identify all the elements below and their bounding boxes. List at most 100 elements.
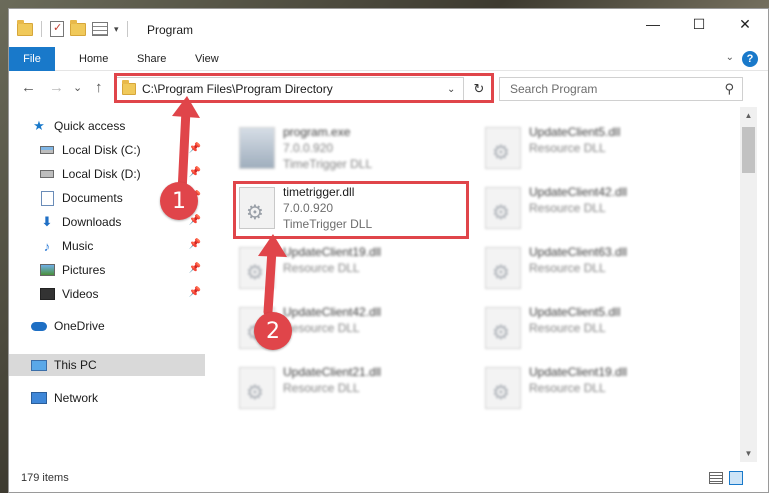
file-item[interactable]: ⚙ UpdateClient19.dll Resource DLL [479, 361, 709, 417]
navigation-pane: ★ Quick access Local Disk (C:) 📌 Local D… [9, 107, 205, 462]
pin-icon[interactable]: 📌 [189, 143, 201, 154]
file-highlight-box [233, 181, 469, 239]
file-name: UpdateClient21.dll [283, 365, 382, 379]
dll-icon: ⚙ [485, 127, 521, 169]
sidebar-item-label: Videos [62, 287, 99, 301]
dll-icon: ⚙ [239, 247, 275, 289]
sidebar-item-label: Local Disk (C:) [62, 143, 141, 157]
folder-icon[interactable] [17, 19, 33, 36]
callout-step-1: 1 [160, 182, 198, 220]
window-controls: — ☐ ✕ [630, 9, 768, 39]
properties-icon[interactable] [50, 21, 64, 37]
documents-icon [39, 190, 55, 206]
search-input[interactable]: Search Program ⚲ [499, 77, 743, 101]
dll-icon: ⚙ [239, 367, 275, 409]
navigation-bar: ← → ⌄ ↑ C:\Program Files\Program Directo… [9, 71, 768, 107]
sidebar-item-videos[interactable]: Videos 📌 [9, 283, 205, 305]
sidebar-item-label: Quick access [54, 119, 126, 133]
pin-icon[interactable]: 📌 [189, 287, 201, 298]
file-name: UpdateClient5.dll [529, 305, 621, 319]
file-name: UpdateClient42.dll [283, 305, 382, 319]
sidebar-item-onedrive[interactable]: OneDrive [9, 315, 205, 337]
item-count: 179 items [21, 472, 69, 484]
new-folder-icon[interactable] [70, 19, 86, 36]
scroll-down-arrow-icon[interactable]: ▼ [740, 445, 757, 462]
sidebar-item-quick-access[interactable]: ★ Quick access [9, 115, 205, 137]
pin-icon[interactable]: 📌 [189, 215, 201, 226]
file-version: 7.0.0.920 [283, 141, 334, 155]
file-item[interactable]: program.exe 7.0.0.920 TimeTrigger DLL [233, 121, 463, 177]
tab-file[interactable]: File [9, 47, 55, 71]
expand-ribbon-chevron-icon[interactable]: ⌄ [726, 52, 734, 63]
dll-icon: ⚙ [485, 307, 521, 349]
file-item[interactable]: ⚙ UpdateClient42.dll Resource DLL [479, 181, 709, 237]
tab-home[interactable]: Home [79, 47, 108, 71]
address-highlight-box [114, 73, 494, 103]
file-description: Resource DLL [529, 201, 606, 215]
dll-icon: ⚙ [485, 367, 521, 409]
toolbar-divider [126, 21, 128, 37]
sidebar-item-label: This PC [54, 358, 97, 372]
sidebar-item-music[interactable]: ♪ Music 📌 [9, 235, 205, 257]
pin-icon[interactable]: 📌 [189, 167, 201, 178]
help-icon[interactable]: ? [742, 51, 758, 67]
file-description: Resource DLL [283, 381, 360, 395]
details-view-icon[interactable] [709, 472, 723, 484]
disk-icon [39, 143, 55, 157]
toolbar-divider [41, 21, 42, 37]
music-icon: ♪ [43, 238, 51, 254]
download-icon: ⬇ [41, 214, 53, 229]
file-name: UpdateClient63.dll [529, 245, 628, 259]
file-description: Resource DLL [529, 321, 606, 335]
sidebar-item-label: Documents [62, 191, 123, 205]
videos-icon [39, 287, 55, 301]
sidebar-item-pictures[interactable]: Pictures 📌 [9, 259, 205, 281]
scroll-thumb[interactable] [742, 127, 755, 173]
tab-view[interactable]: View [195, 47, 219, 71]
large-icons-view-icon[interactable] [729, 471, 743, 485]
customize-toolbar-dropdown-icon[interactable]: ▾ [114, 24, 119, 35]
tab-share[interactable]: Share [137, 47, 166, 71]
minimize-button[interactable]: — [630, 9, 676, 39]
sidebar-item-label: Network [54, 391, 99, 405]
file-description: Resource DLL [529, 141, 606, 155]
file-item[interactable]: ⚙ UpdateClient5.dll Resource DLL [479, 121, 709, 177]
pin-icon[interactable]: 📌 [189, 263, 201, 274]
sidebar-item-this-pc[interactable]: This PC [9, 354, 205, 376]
scroll-up-arrow-icon[interactable]: ▲ [740, 107, 757, 124]
file-item[interactable]: ⚙ UpdateClient19.dll Resource DLL [233, 241, 463, 297]
file-list: program.exe 7.0.0.920 TimeTrigger DLL ⚙ … [205, 107, 740, 462]
ribbon-tabs: File Home Share View ⌄ ? [9, 47, 768, 71]
disk-icon [39, 167, 55, 181]
star-icon: ★ [33, 118, 45, 133]
vertical-scrollbar[interactable]: ▲ ▼ [740, 107, 757, 462]
back-button[interactable]: ← [21, 79, 36, 96]
file-name: program.exe [283, 125, 351, 139]
file-name: UpdateClient42.dll [529, 185, 628, 199]
up-button[interactable]: ↑ [95, 79, 103, 96]
search-placeholder: Search Program [510, 82, 598, 96]
file-item[interactable]: ⚙ UpdateClient5.dll Resource DLL [479, 301, 709, 357]
computer-icon [31, 358, 47, 372]
file-item[interactable]: ⚙ UpdateClient21.dll Resource DLL [233, 361, 463, 417]
close-button[interactable]: ✕ [722, 9, 768, 39]
callout-step-2: 2 [254, 312, 292, 350]
file-description: Resource DLL [529, 261, 606, 275]
sidebar-item-label: OneDrive [54, 319, 105, 333]
file-item[interactable]: ⚙ UpdateClient63.dll Resource DLL [479, 241, 709, 297]
sidebar-item-label: Downloads [62, 215, 122, 229]
file-description: Resource DLL [529, 381, 606, 395]
search-icon[interactable]: ⚲ [724, 81, 734, 97]
recent-locations-dropdown[interactable]: ⌄ [73, 81, 82, 94]
maximize-button[interactable]: ☐ [676, 9, 722, 39]
quick-access-toolbar: ▾ [17, 19, 130, 37]
forward-button[interactable]: → [49, 79, 64, 96]
sidebar-item-network[interactable]: Network [9, 387, 205, 409]
view-options-icon[interactable] [92, 22, 108, 36]
file-name: UpdateClient19.dll [529, 365, 628, 379]
dll-icon: ⚙ [485, 187, 521, 229]
pin-icon[interactable]: 📌 [189, 239, 201, 250]
status-bar: 179 items [9, 464, 768, 492]
file-description: Resource DLL [283, 261, 360, 275]
sidebar-item-local-disk-c[interactable]: Local Disk (C:) 📌 [9, 139, 205, 161]
